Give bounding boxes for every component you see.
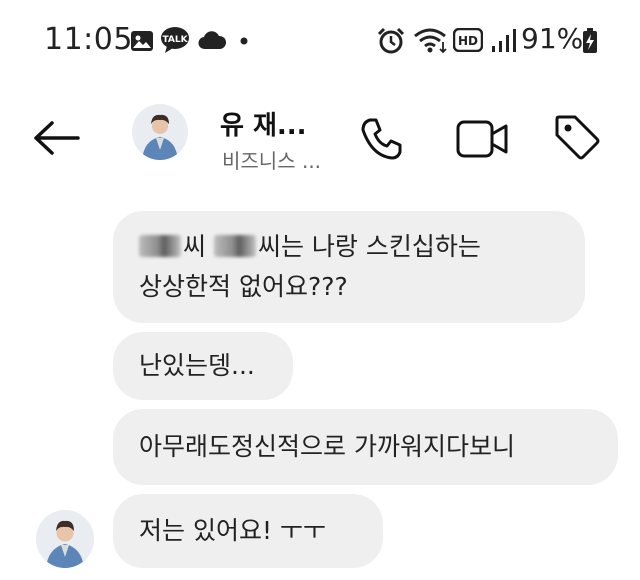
blurred-name-redaction	[213, 235, 256, 257]
back-arrow-icon[interactable]	[30, 120, 82, 156]
contact-avatar[interactable]	[132, 104, 188, 160]
message-bubble-1[interactable]: 씨 씨는 나랑 스킨십하는 상상한적 없어요???	[113, 211, 585, 323]
alarm-icon	[377, 27, 405, 54]
blurred-name-redaction	[139, 235, 181, 257]
message-line: 상상한적 없어요???	[139, 267, 559, 307]
contact-name: 유 재...	[220, 111, 307, 141]
message-text: 상상한적 없어요???	[139, 272, 348, 301]
battery-charging-icon	[583, 28, 597, 53]
dot-icon	[240, 37, 248, 45]
message-bubble-2[interactable]: 난있는뎅...	[113, 332, 293, 400]
message-text: 아무래도정신적으로 가까워지다보니	[139, 432, 515, 461]
gallery-icon	[131, 31, 153, 51]
status-time: 11:05	[44, 22, 133, 57]
phone-icon[interactable]	[358, 116, 404, 162]
video-call-icon[interactable]	[456, 120, 508, 158]
message-text: 씨	[183, 232, 214, 261]
message-text: 난있는뎅...	[139, 351, 255, 380]
talk-badge-label: TALK	[162, 35, 188, 45]
battery-percent: 91%	[521, 22, 584, 55]
wifi-icon	[414, 28, 447, 54]
kakaotalk-icon: TALK	[161, 27, 189, 53]
message-bubble-4[interactable]: 저는 있어요! ㅜㅜ	[113, 494, 383, 568]
hd-badge-label: HD	[458, 34, 478, 48]
status-bar: 11:05 TALK HD 91%	[0, 0, 640, 80]
cloud-icon	[198, 31, 226, 50]
contact-subtitle: 비즈니스 ...	[222, 149, 322, 173]
message-text: 저는 있어요! ㅜㅜ	[139, 516, 326, 545]
hd-icon: HD	[453, 28, 483, 52]
signal-icon	[492, 29, 516, 52]
tag-icon[interactable]	[553, 113, 601, 161]
contact-avatar-small[interactable]	[36, 510, 94, 568]
chat-header: 유 재... 비즈니스 ...	[0, 80, 640, 190]
message-bubble-3[interactable]: 아무래도정신적으로 가까워지다보니	[113, 409, 618, 485]
message-text: 씨는 나랑 스킨십하는	[257, 232, 481, 261]
message-line: 씨 씨는 나랑 스킨십하는	[139, 227, 559, 267]
